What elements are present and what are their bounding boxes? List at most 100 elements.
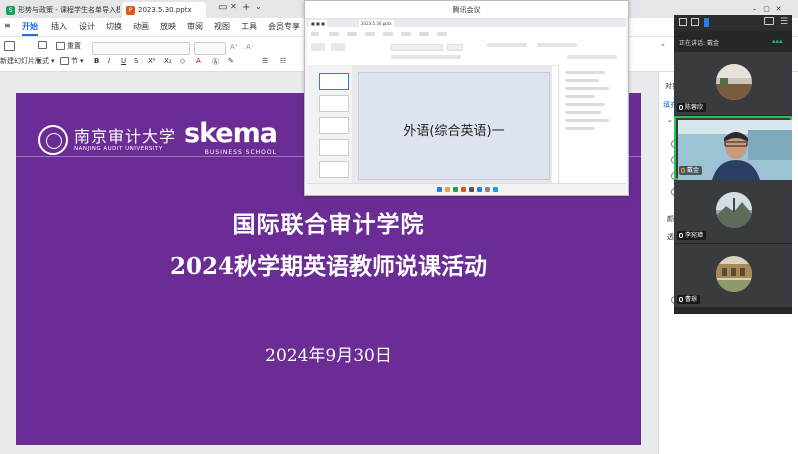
new-tab-icon[interactable]: + — [242, 2, 250, 13]
clear-format-icon[interactable]: ◇ — [180, 57, 185, 65]
shared-ribbon-item — [487, 43, 527, 47]
meeting-window[interactable]: 腾讯会议 – ▢ ✕ ■ ■ ■ 2023.5.30.pptx 外语(综合英语)… — [304, 0, 781, 196]
italic-icon[interactable]: I — [108, 57, 110, 65]
taskbar-icon — [485, 187, 490, 192]
menu-slideshow[interactable]: 放映 — [160, 21, 176, 32]
shared-screen: ■ ■ ■ 2023.5.30.pptx 外语(综合英语)一 — [307, 19, 626, 195]
participant-tile[interactable]: 李宛璋 — [674, 180, 792, 244]
numbered-list-icon[interactable]: ☷ — [280, 57, 286, 65]
tab-presentation[interactable]: P 2023.5.30.pptx — [122, 2, 206, 18]
microphone-icon — [679, 105, 683, 110]
shared-thumbnail — [319, 161, 349, 178]
menu-design[interactable]: 设计 — [79, 21, 95, 32]
font-family-select[interactable] — [92, 42, 190, 55]
more-icon[interactable]: ☰ — [780, 17, 788, 27]
shared-ribbon-item — [447, 44, 463, 51]
menu-animation[interactable]: 动画 — [133, 21, 149, 32]
underline-icon[interactable]: U — [121, 57, 126, 65]
shared-pane-line — [565, 95, 595, 98]
menu-review[interactable]: 审阅 — [187, 21, 203, 32]
meeting-titlebar: 腾讯会议 – ▢ ✕ — [305, 1, 781, 19]
paste-button[interactable] — [4, 41, 15, 51]
avatar — [716, 64, 752, 100]
reset-button[interactable]: 重置 — [56, 41, 81, 51]
taskbar-icon — [469, 187, 474, 192]
skema-logo: skema BUSINESS SCHOOL — [184, 119, 278, 157]
shared-ribbon-item — [365, 32, 375, 36]
slide-title-line1: 国际联合审计学院 — [232, 211, 425, 238]
nau-seal-icon — [38, 125, 68, 155]
collapse-arrow-icon[interactable]: ⌄ — [667, 116, 673, 124]
format-painter-button[interactable] — [38, 41, 47, 49]
ribbon-collapse-icon[interactable]: ⌃ — [660, 43, 666, 51]
font-size-select[interactable] — [194, 42, 226, 55]
shared-thumbnail — [319, 139, 349, 156]
font-grow-icon[interactable]: A⁺ — [230, 43, 238, 51]
bold-icon[interactable]: B — [94, 57, 99, 65]
taskbar-icon — [445, 187, 450, 192]
slide-title-line2: 2024秋学期英语教师说课活动 — [169, 253, 487, 280]
menu-member[interactable]: 会员专享 — [268, 21, 300, 32]
participant-name-tag: 曹璟 — [677, 295, 701, 304]
shared-ribbon-item — [311, 43, 325, 51]
menu-view[interactable]: 视图 — [214, 21, 230, 32]
list-view-icon[interactable] — [704, 18, 709, 27]
superscript-icon[interactable]: X² — [148, 57, 156, 65]
menu-hamburger-icon[interactable]: ≡ — [4, 21, 11, 30]
new-slide-label: 新建幻灯片 — [0, 57, 35, 65]
taskbar-icon — [477, 187, 482, 192]
menu-home[interactable]: 开始 — [22, 21, 38, 36]
skema-subtitle: BUSINESS SCHOOL — [204, 149, 277, 156]
font-color-icon[interactable]: A — [196, 57, 201, 65]
text-effect-icon[interactable]: Ⓐ — [212, 57, 219, 67]
shared-thumbnail — [319, 95, 349, 112]
tab-label: 形势与政策 - 课程学生名单导入模板 — [18, 6, 120, 14]
speaker-view-icon[interactable] — [691, 18, 699, 26]
taskbar-icon — [461, 187, 466, 192]
tab-spreadsheet[interactable]: S 形势与政策 - 课程学生名单导入模板 — [2, 2, 120, 18]
nau-name-en: NANJING AUDIT UNIVERSITY — [74, 146, 163, 152]
shared-pane-line — [565, 111, 601, 114]
layout-button[interactable]: 版式 ▾ — [35, 56, 55, 66]
tab-list-icon[interactable]: ⌄ — [255, 2, 262, 11]
participant-name: 戴金 — [687, 167, 700, 174]
microphone-icon — [681, 168, 685, 173]
tab-close-icon[interactable]: ✕ — [230, 2, 237, 11]
participant-name-tag: 陈蓉欣 — [677, 103, 707, 112]
meeting-title: 腾讯会议 — [452, 6, 481, 14]
font-shrink-icon[interactable]: A⁻ — [246, 43, 254, 51]
shared-property-pane — [558, 65, 626, 183]
list-icon[interactable]: ☰ — [262, 57, 268, 65]
menu-insert[interactable]: 插入 — [51, 21, 67, 32]
section-icon — [60, 57, 69, 65]
participants-toolbar: ☰ — [674, 15, 792, 31]
menu-tools[interactable]: 工具 — [241, 21, 257, 32]
shared-ribbon-item — [331, 43, 345, 51]
avatar — [716, 256, 752, 292]
section-label: 节 — [71, 57, 78, 65]
reset-label: 重置 — [67, 42, 81, 50]
participants-panel: ☰ 正在讲话: 戴金 ▴▴▴ 陈蓉欣 戴金 李宛璋 曹璟 — [674, 15, 792, 314]
camera-icon[interactable] — [764, 17, 774, 25]
participant-tile[interactable]: 曹璟 — [674, 244, 792, 308]
color-label: 颜 — [667, 215, 674, 223]
close-icon[interactable]: ✕ — [617, 5, 798, 13]
participant-name: 李宛璋 — [685, 232, 704, 239]
highlight-icon[interactable]: ✎ — [228, 57, 234, 65]
strike-icon[interactable]: S — [134, 57, 138, 65]
shared-thumbnail-pane — [307, 65, 353, 183]
grid-view-icon[interactable] — [679, 18, 687, 26]
shared-ribbon-item — [401, 32, 411, 36]
menu-transition[interactable]: 切换 — [106, 21, 122, 32]
shared-pane-line — [565, 103, 605, 106]
shared-ribbon-item — [329, 32, 339, 36]
participant-tile[interactable]: 陈蓉欣 — [674, 52, 792, 116]
shared-tab-bar: ■ ■ ■ 2023.5.30.pptx — [307, 19, 626, 27]
participant-tile-active[interactable]: 戴金 — [674, 116, 792, 180]
section-button[interactable]: 节 ▾ — [60, 56, 84, 66]
screen-icon[interactable]: ▭ — [218, 2, 227, 13]
subscript-icon[interactable]: X₂ — [164, 57, 172, 65]
shared-ribbon-item — [419, 32, 429, 36]
nau-logo: 南京审计大学 NANJING AUDIT UNIVERSITY — [38, 125, 176, 155]
taskbar-icon — [437, 187, 442, 192]
